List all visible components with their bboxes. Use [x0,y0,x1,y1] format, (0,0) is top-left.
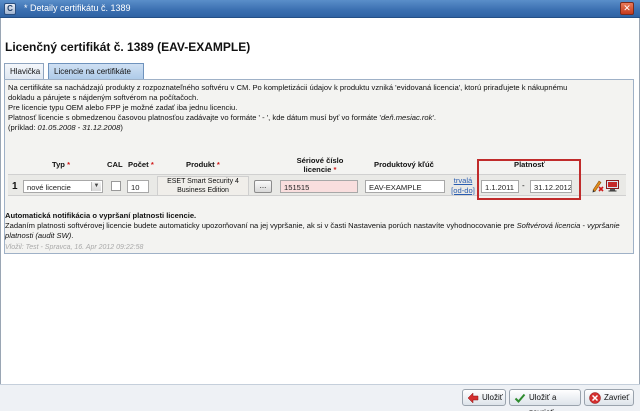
required-mark: * [67,160,71,169]
description-line: Platnosť licencie s obmedzenou časovou p… [8,113,630,123]
notification-text-part: . [71,231,74,240]
save-icon [467,392,479,404]
description-text-part: '. [432,113,437,122]
description-line: dokladu a párujete s nájdeným softvérom … [8,93,199,102]
column-header-serial: Sériové číslo licencie * [290,156,350,174]
column-header-count: Počet * [128,160,154,169]
window-titlebar: C * Detaily certifikátu č. 1389 ✕ [0,0,640,18]
required-mark: * [150,160,154,169]
type-select[interactable]: nové licencie ▼ [23,180,103,193]
close-button[interactable]: Zavrieť [584,389,634,406]
description-line: (príklad: 01.05.2008 - 31.12.2008) [8,123,630,133]
close-button-label: Zavrieť [604,393,630,402]
tab-hlavicka[interactable]: Hlavička [4,63,44,79]
browse-product-button[interactable]: ... [254,180,272,193]
row-number: 1 [12,181,18,192]
save-button-label: Uložiť [482,393,503,402]
column-header-label: Produkt [186,160,215,169]
description-text-part: ) [120,123,123,132]
notification-text: Zadaním platnosti softvérovej licencie b… [5,221,629,241]
created-by-note: Vložil: Test - Spravca, 16. Apr 2012 09:… [5,244,144,251]
count-field[interactable]: 10 [127,180,149,193]
window-close-button[interactable]: ✕ [620,2,634,15]
description-text-part: Platnosť licencie s obmedzenou časovou p… [8,113,381,122]
notification-text-part: Zadaním platnosti softvérovej licencie b… [5,221,517,230]
app-icon: C [4,3,16,15]
page-title: Licenčný certifikát č. 1389 (EAV-EXAMPLE… [5,40,251,54]
product-name-line: ESET Smart Security 4 [167,178,239,185]
column-header-label: licencie [303,165,332,174]
validity-highlight-box [477,159,581,200]
description-line: Na certifikáte sa nachádzajú produkty z … [8,83,568,92]
column-header-label: Počet [128,160,149,169]
column-header-type: Typ * [52,160,70,169]
column-header-product-key: Produktový kľúč [374,160,434,169]
validity-permanent-link[interactable]: trvalá [450,176,476,185]
type-select-value: nové licencie [27,183,71,192]
description-line: Pre licencie typu OEM alebo FPP je možné… [8,103,238,112]
column-header-cal: CAL [107,160,123,169]
notification-title: Automatická notifikácia o vypršaní platn… [5,211,197,220]
date-format-hint: deň.mesiac.rok [380,113,433,122]
edit-remove-icon[interactable] [592,179,604,193]
save-button[interactable]: Uložiť [462,389,506,406]
product-key-field[interactable]: EAV-EXAMPLE [365,180,445,193]
tab-licencie-na-certifikate[interactable]: Licencie na certifikáte [48,63,144,79]
date-example: 01.05.2008 - 31.12.2008 [37,123,121,132]
column-header-label: Sériové číslo [296,156,344,165]
close-icon [589,392,601,404]
window-title: * Detaily certifikátu č. 1389 [24,3,131,13]
save-and-close-button-label: Uložiť a zavrieť [529,393,557,411]
checkmark-icon [514,393,526,403]
product-name-line: Business Edition [177,187,229,194]
product-name: ESET Smart Security 4 Business Edition [157,176,249,196]
required-mark: * [216,160,220,169]
notification-setting-name: Softvérová licencia [516,221,581,230]
description-text: Na certifikáte sa nachádzajú produkty z … [8,83,630,133]
column-header-product: Produkt * [186,160,220,169]
chevron-down-icon: ▼ [91,182,101,191]
cal-checkbox[interactable] [111,181,121,191]
validity-range-link[interactable]: [od-do] [450,186,476,195]
save-and-close-button[interactable]: Uložiť a zavrieť [509,389,581,411]
notification-section: Automatická notifikácia o vypršaní platn… [5,211,629,241]
column-header-label: Typ [52,160,65,169]
computer-icon[interactable] [606,180,619,192]
description-text-part: (príklad: [8,123,38,132]
required-mark: * [333,165,337,174]
serial-number-field[interactable]: 151515 [280,180,358,193]
